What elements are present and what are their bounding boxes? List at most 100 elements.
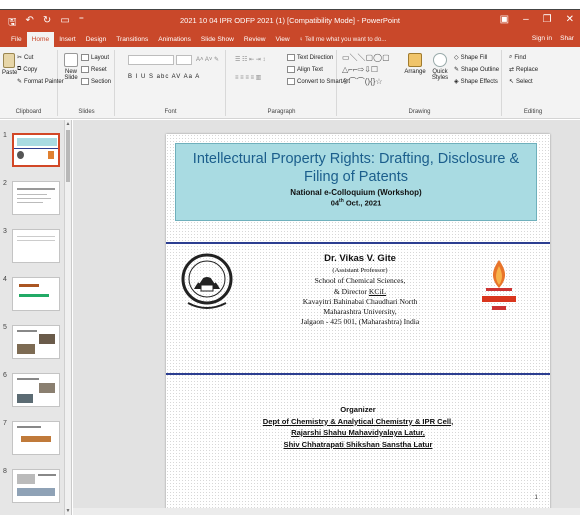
divider-top <box>166 242 550 244</box>
find-button[interactable]: ⌕ Find <box>509 54 526 61</box>
tab-insert[interactable]: Insert <box>54 32 81 47</box>
layout-icon <box>81 54 89 61</box>
restore-button[interactable]: ❐ <box>543 14 552 25</box>
scroll-up-icon[interactable]: ▲ <box>65 121 71 127</box>
thumbnail-image[interactable] <box>12 133 60 167</box>
thumbnail-image[interactable] <box>12 469 60 503</box>
quick-styles-icon <box>433 53 447 67</box>
slides-group: New Slide Layout Reset Section Slides <box>59 50 115 116</box>
close-button[interactable]: ✕ <box>566 14 574 25</box>
format-painter-button[interactable]: ✎ Format Painter <box>17 78 64 86</box>
slide-canvas: Intellectural Property Rights: Drafting,… <box>73 120 580 515</box>
align-buttons[interactable]: ≡ ≡ ≡ ≡ ▥ <box>235 74 261 81</box>
clipboard-group: Paste ✂ Cut ⧉ Copy ✎ Format Painter Clipboa… <box>0 50 64 116</box>
font-grow-shrink-icon[interactable]: A˄ A˅ ✎ <box>196 56 219 63</box>
shape-fill-button[interactable]: ◇ Shape Fill <box>454 54 487 62</box>
thumb-line <box>17 198 51 199</box>
outline-pen-icon: ✎ <box>454 67 460 73</box>
thumb-line <box>17 330 37 332</box>
organizer-line-2: Rajarshi Shahu Mahavidyalaya Latur, <box>291 428 425 437</box>
thumb-line <box>38 474 56 476</box>
shape-effects-button[interactable]: ◈ Shape Effects <box>454 78 498 86</box>
minimize-button[interactable]: – <box>523 14 529 25</box>
slide-number: 1 <box>534 494 538 501</box>
slide-subtitle: National e-Colloquium (Workshop) <box>290 188 422 197</box>
font-name-box[interactable] <box>128 55 174 65</box>
university-line-1: Kavayitri Bahinabai Chaudhari North <box>302 296 418 306</box>
status-bar <box>73 508 580 515</box>
shapes-row-3: ⇧⌒⌒(){}☆ <box>342 77 383 86</box>
thumb-line <box>17 236 55 237</box>
thumb-photo <box>17 474 35 484</box>
reset-icon <box>81 66 89 73</box>
college-logo <box>482 260 516 310</box>
paste-button[interactable]: Paste <box>2 53 17 76</box>
shapes-gallery[interactable]: ▭＼＼▢◯▢ △⌐⌐⇨⇩☐ ⇧⌒⌒(){}☆ <box>342 53 390 87</box>
tab-animations[interactable]: Animations <box>153 32 196 47</box>
paragraph-label: Paragraph <box>267 109 296 115</box>
new-slide-button[interactable]: New Slide <box>61 53 81 81</box>
window-controls: ▣ – ❐ ✕ <box>500 14 574 25</box>
list-buttons[interactable]: ☰ ☷ ⇤ ⇥ ↕ <box>235 56 265 63</box>
shape-outline-button[interactable]: ✎ Shape Outline <box>454 66 499 74</box>
thumbnail-image[interactable] <box>12 373 60 407</box>
thumb-photo <box>17 394 33 403</box>
slides-label: Slides <box>78 109 95 115</box>
tell-me-box[interactable]: ♀ Tell me what you want to do... <box>295 36 387 43</box>
tab-slide-show[interactable]: Slide Show <box>196 32 239 47</box>
thumb-line <box>19 294 49 297</box>
cut-button[interactable]: ✂ Cut <box>17 54 33 62</box>
tab-home[interactable]: Home <box>26 32 55 47</box>
sign-in-link[interactable]: Sign in <box>532 35 552 42</box>
paste-icon <box>3 53 15 68</box>
tab-transitions[interactable]: Transitions <box>111 32 153 47</box>
layout-button[interactable]: Layout <box>81 54 109 61</box>
tab-design[interactable]: Design <box>81 32 112 47</box>
arrange-button[interactable]: Arrange <box>404 53 426 75</box>
thumb-line <box>17 202 43 203</box>
thumbnail-image[interactable] <box>12 277 60 311</box>
arrange-icon <box>408 53 422 67</box>
thumbnail-image[interactable] <box>12 421 60 455</box>
magnifier-icon: ⌕ <box>509 54 513 60</box>
reset-button[interactable]: Reset <box>81 66 107 73</box>
title-banner[interactable]: Intellectural Property Rights: Drafting,… <box>175 143 537 221</box>
replace-button[interactable]: ⇄ Replace <box>509 66 538 74</box>
tab-file[interactable]: File <box>6 32 27 47</box>
thumbnail-image[interactable] <box>12 181 60 215</box>
section-button[interactable]: Section <box>81 78 111 85</box>
editing-group: ⌕ Find ⇄ Replace ↖ Select Editing <box>503 50 563 116</box>
font-group: A˄ A˅ ✎ B I U S abc AV Aa A Font <box>116 50 226 116</box>
thumbnail-image[interactable] <box>12 325 60 359</box>
thumb-photo <box>39 383 55 393</box>
thumb-line <box>17 240 55 241</box>
organizer-line-3: Shiv Chhatrapati Shikshan Sanstha Latur <box>283 439 433 449</box>
scissors-icon: ✂ <box>17 55 23 61</box>
slide-date: 04th Oct., 2021 <box>330 198 382 208</box>
organizer-block: Organizer Dept of Chemistry & Analytical… <box>166 404 550 450</box>
text-direction-button[interactable]: Text Direction <box>287 54 333 61</box>
tab-view[interactable]: View <box>271 32 295 47</box>
organizer-line-1: Dept of Chemistry & Analytical Chemistry… <box>262 416 454 426</box>
quick-styles-button[interactable]: Quick Styles <box>428 53 452 81</box>
ribbon-display-icon[interactable]: ▣ <box>500 14 509 25</box>
tab-review[interactable]: Review <box>239 32 271 47</box>
font-size-box[interactable] <box>176 55 192 65</box>
organizer-heading: Organizer <box>340 405 376 414</box>
align-text-button[interactable]: Align Text <box>287 66 323 73</box>
thumb-photo <box>21 436 51 442</box>
select-button[interactable]: ↖ Select <box>509 78 533 86</box>
clipboard-label: Clipboard <box>15 109 42 115</box>
scrollbar-thumb[interactable] <box>66 130 70 182</box>
select-arrow-icon: ↖ <box>509 79 515 85</box>
scroll-down-icon[interactable]: ▼ <box>65 508 71 514</box>
copy-button[interactable]: ⧉ Copy <box>17 66 37 73</box>
top-edge <box>0 0 580 10</box>
current-slide[interactable]: Intellectural Property Rights: Drafting,… <box>166 134 550 515</box>
thumbnail-scrollbar[interactable]: ▲ ▼ <box>64 120 71 515</box>
font-format-tools[interactable]: B I U S abc AV Aa A <box>128 74 200 80</box>
thumbnail-image[interactable] <box>12 229 60 263</box>
share-button[interactable]: Shar <box>560 35 574 42</box>
ribbon-tabs: File Home Insert Design Transitions Anim… <box>0 32 580 47</box>
thumb-logo <box>17 151 24 159</box>
